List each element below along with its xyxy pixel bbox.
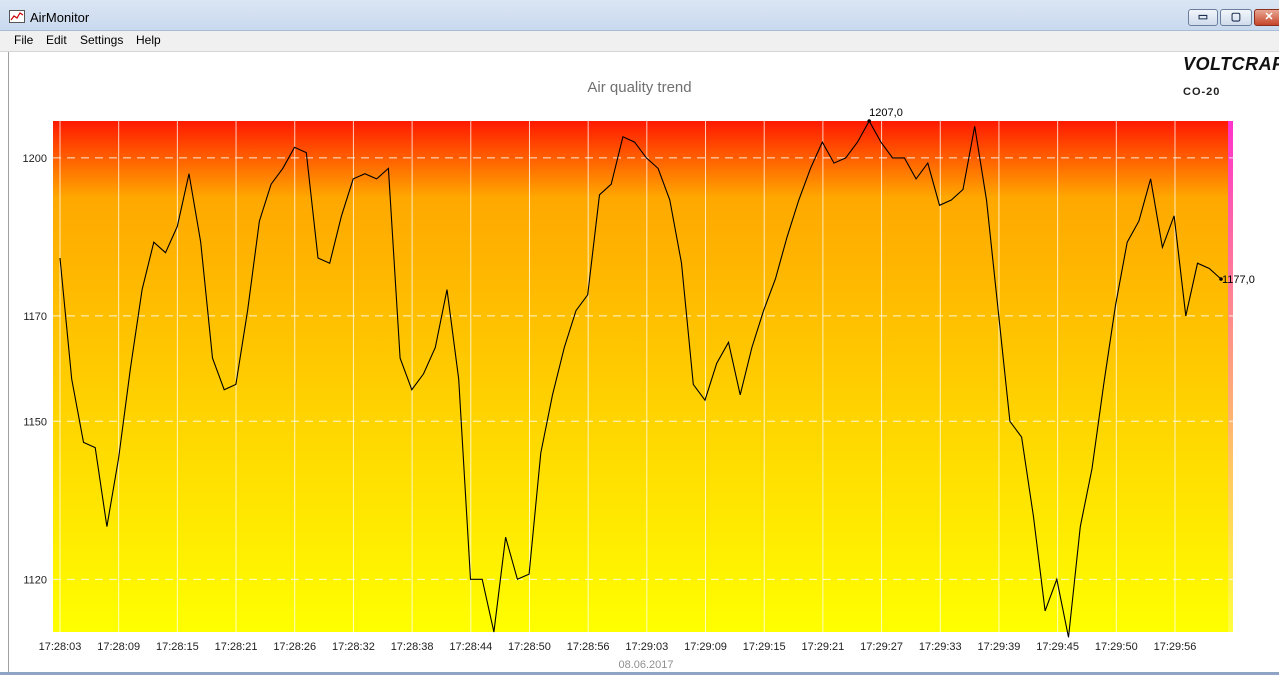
x-tick-label: 17:28:26 (273, 641, 316, 653)
x-tick-label: 17:28:03 (39, 641, 82, 653)
x-tick-label: 17:29:03 (625, 641, 668, 653)
x-tick-label: 17:28:09 (97, 641, 140, 653)
x-tick-label: 17:28:44 (449, 641, 492, 653)
annotation-label: 1177,0 (1222, 274, 1255, 286)
x-tick-label: 17:29:15 (743, 641, 786, 653)
x-axis-label: 08.06.2017 (618, 659, 673, 671)
x-tick-label: 17:29:56 (1154, 641, 1197, 653)
x-tick-label: 17:28:32 (332, 641, 375, 653)
x-tick-label: 17:29:50 (1095, 641, 1138, 653)
x-tick-label: 17:28:38 (391, 641, 434, 653)
plot-area (53, 121, 1233, 632)
y-tick-label: 1170 (23, 311, 47, 323)
x-tick-label: 17:29:39 (978, 641, 1021, 653)
x-tick-label: 17:28:21 (215, 641, 258, 653)
x-tick-label: 17:29:33 (919, 641, 962, 653)
x-tick-label: 17:28:50 (508, 641, 551, 653)
x-tick-label: 17:29:27 (860, 641, 903, 653)
x-tick-label: 17:28:56 (567, 641, 610, 653)
x-tick-label: 17:29:45 (1036, 641, 1079, 653)
annotation-marker (867, 119, 871, 123)
annotation-label: 1207,0 (869, 107, 903, 119)
y-tick-label: 1150 (23, 416, 47, 428)
plot-right-edge (1228, 121, 1233, 632)
x-tick-label: 17:29:21 (801, 641, 844, 653)
x-tick-label: 17:28:15 (156, 641, 199, 653)
y-tick-label: 1120 (23, 574, 47, 586)
trend-chart: 1120 1150 1170 1200 17:28:03 17:28:09 17:28:1… (23, 107, 1255, 671)
x-tick-label: 17:29:09 (684, 641, 727, 653)
y-tick-label: 1200 (23, 153, 47, 165)
